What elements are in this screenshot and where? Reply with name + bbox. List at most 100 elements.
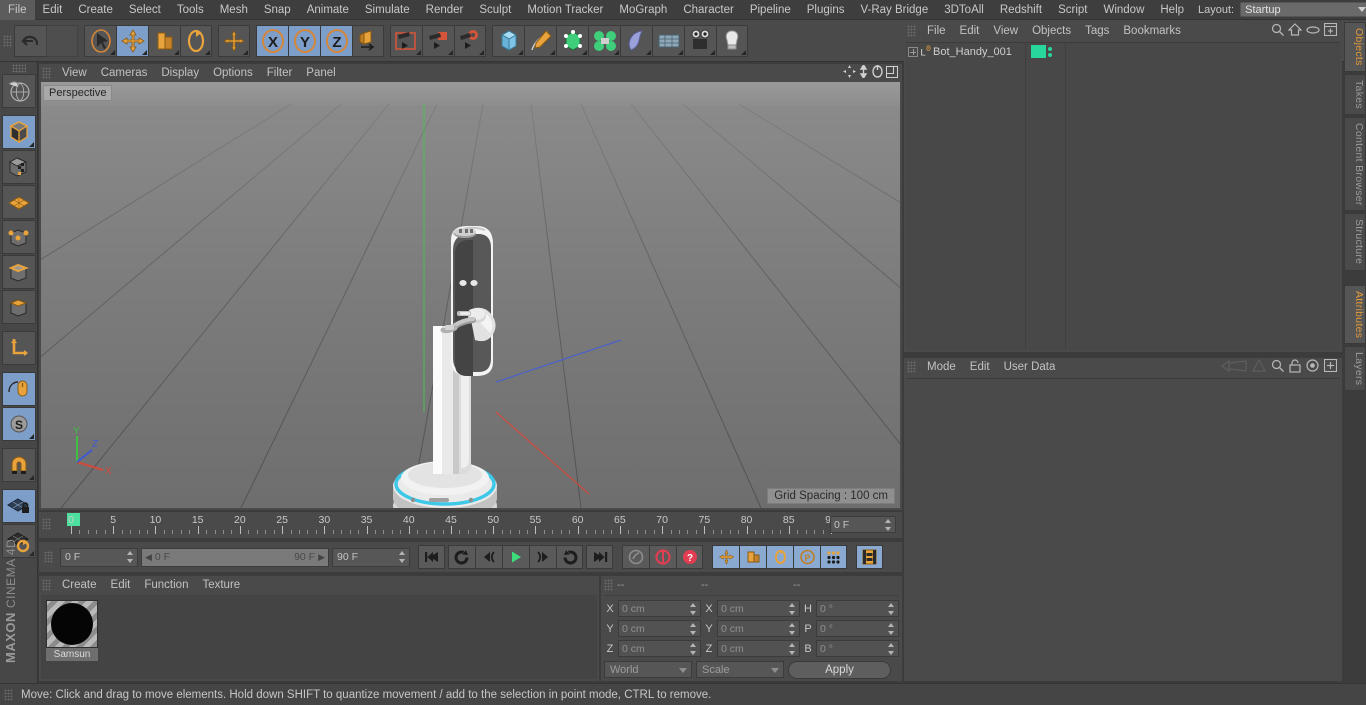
- record-rotation-button[interactable]: [766, 545, 793, 569]
- zoom-view-icon[interactable]: [858, 63, 869, 81]
- play-loop-button[interactable]: [556, 545, 583, 569]
- range-start-arrow-icon[interactable]: ◀: [145, 552, 152, 563]
- scale-tool-button[interactable]: [148, 24, 180, 57]
- search-icon[interactable]: [1271, 23, 1284, 39]
- attribute-manager-body[interactable]: [906, 378, 1340, 679]
- material-manager-body[interactable]: Samsun: [41, 595, 597, 679]
- viewport-menu-display[interactable]: Display: [154, 64, 206, 82]
- edges-mode-button[interactable]: [1, 255, 36, 289]
- undo-button[interactable]: [14, 24, 46, 57]
- object-tags-row[interactable]: [1027, 43, 1065, 60]
- cube-primitive-button[interactable]: [492, 24, 524, 57]
- select-tool-button[interactable]: [84, 24, 116, 57]
- x-axis-lock-button[interactable]: X: [256, 24, 288, 57]
- object-manager-body[interactable]: L0 Bot_Handy_001: [906, 42, 1340, 350]
- workplane-mode-button[interactable]: [1, 185, 36, 219]
- layout-select[interactable]: Startup: [1240, 2, 1366, 17]
- spinner-icon[interactable]: [690, 603, 697, 615]
- object-menu-edit[interactable]: Edit: [953, 22, 987, 40]
- menu-item-help[interactable]: Help: [1152, 0, 1192, 20]
- texture-mode-button[interactable]: [1, 150, 36, 184]
- coordinate-value-field[interactable]: 0 cm: [717, 600, 800, 617]
- camera-button[interactable]: [684, 24, 716, 57]
- add-layer-icon[interactable]: [1323, 22, 1338, 39]
- toolbar-grip[interactable]: [3, 34, 12, 47]
- coordinate-value-field[interactable]: 0 °: [816, 640, 899, 657]
- end-frame-field[interactable]: 90 F: [332, 547, 410, 567]
- search-icon[interactable]: [1271, 359, 1284, 375]
- viewport-menu-filter[interactable]: Filter: [260, 64, 300, 82]
- step-back-button[interactable]: [475, 545, 502, 569]
- timeline-view-button[interactable]: [856, 545, 883, 569]
- coordinate-value-field[interactable]: 0 cm: [618, 620, 701, 637]
- playback-range-slider[interactable]: ◀ 0 F 90 F ▶: [141, 547, 329, 567]
- object-manager-grip[interactable]: [907, 25, 916, 37]
- material-swatch[interactable]: [46, 600, 98, 648]
- back-arrow-icon[interactable]: [1220, 359, 1247, 375]
- menu-item-3dtoall[interactable]: 3DToAll: [936, 0, 992, 20]
- add-icon[interactable]: [1323, 358, 1338, 375]
- move-view-icon[interactable]: [843, 65, 856, 81]
- menu-item-tools[interactable]: Tools: [169, 0, 212, 20]
- record-pla-button[interactable]: P: [793, 545, 820, 569]
- menu-item-sculpt[interactable]: Sculpt: [471, 0, 519, 20]
- floor-environment-button[interactable]: [652, 24, 684, 57]
- model-mode-button[interactable]: [1, 115, 36, 149]
- workplane-lock-button[interactable]: [1, 489, 36, 523]
- attribute-manager-grip[interactable]: [907, 361, 916, 373]
- render-region-button[interactable]: [422, 24, 454, 57]
- go-to-end-button[interactable]: [586, 545, 613, 569]
- viewport-menu-options[interactable]: Options: [206, 64, 260, 82]
- record-position-button[interactable]: [712, 545, 739, 569]
- spinner-icon[interactable]: [888, 603, 895, 615]
- record-scale-button[interactable]: [739, 545, 766, 569]
- rotate-tool-button[interactable]: [180, 24, 212, 57]
- autokeying-button[interactable]: [649, 545, 676, 569]
- maximize-view-icon[interactable]: [886, 65, 898, 81]
- keyframe-help-button[interactable]: ?: [676, 545, 703, 569]
- magnet-tool-button[interactable]: [1, 448, 36, 482]
- deformer-button[interactable]: [588, 24, 620, 57]
- material-menu-create[interactable]: Create: [55, 576, 104, 594]
- spinner-icon[interactable]: [690, 643, 697, 655]
- menu-item-plugins[interactable]: Plugins: [799, 0, 853, 20]
- go-to-start-button[interactable]: [418, 545, 445, 569]
- play-backwards-loop-button[interactable]: [448, 545, 475, 569]
- range-end-arrow-icon[interactable]: ▶: [318, 552, 325, 563]
- render-settings-button[interactable]: [454, 24, 486, 57]
- material-tag-icon[interactable]: [1031, 45, 1046, 58]
- generator-nurbs-button[interactable]: [556, 24, 588, 57]
- spinner-icon[interactable]: [888, 623, 895, 635]
- redo-button[interactable]: [46, 24, 78, 57]
- polygons-mode-button[interactable]: [1, 290, 36, 324]
- spinner-icon[interactable]: [789, 603, 796, 615]
- home-icon[interactable]: [1287, 23, 1303, 39]
- object-row[interactable]: L0 Bot_Handy_001: [906, 43, 1025, 60]
- object-menu-file[interactable]: File: [920, 22, 953, 40]
- attribute-menu-edit[interactable]: Edit: [963, 358, 997, 376]
- scene-object-button[interactable]: [620, 24, 652, 57]
- light-bulb-button[interactable]: [716, 24, 748, 57]
- side-tab-takes[interactable]: Takes: [1344, 73, 1366, 115]
- spinner-icon[interactable]: [127, 550, 134, 563]
- record-parameter-button[interactable]: [820, 545, 847, 569]
- menu-item-select[interactable]: Select: [121, 0, 169, 20]
- spinner-icon[interactable]: [789, 623, 796, 635]
- mouse-viewport-button[interactable]: [1, 372, 36, 406]
- frame-field[interactable]: 0 F: [60, 547, 138, 567]
- menu-item-pipeline[interactable]: Pipeline: [742, 0, 799, 20]
- menu-item-motion-tracker[interactable]: Motion Tracker: [519, 0, 611, 20]
- step-forward-button[interactable]: [529, 545, 556, 569]
- object-menu-bookmarks[interactable]: Bookmarks: [1116, 22, 1188, 40]
- lock-icon[interactable]: [1289, 358, 1301, 376]
- side-tab-structure[interactable]: Structure: [1344, 213, 1366, 271]
- coordinate-value-field[interactable]: 0 cm: [618, 600, 701, 617]
- object-axis-toggle-button[interactable]: [352, 24, 384, 57]
- object-menu-view[interactable]: View: [986, 22, 1025, 40]
- menu-item-edit[interactable]: Edit: [35, 0, 71, 20]
- material-menu-texture[interactable]: Texture: [195, 576, 247, 594]
- spinner-icon[interactable]: [399, 550, 406, 563]
- menu-item-mograph[interactable]: MoGraph: [611, 0, 675, 20]
- world-coordinates-button[interactable]: [218, 24, 250, 57]
- viewport-menu-panel[interactable]: Panel: [299, 64, 342, 82]
